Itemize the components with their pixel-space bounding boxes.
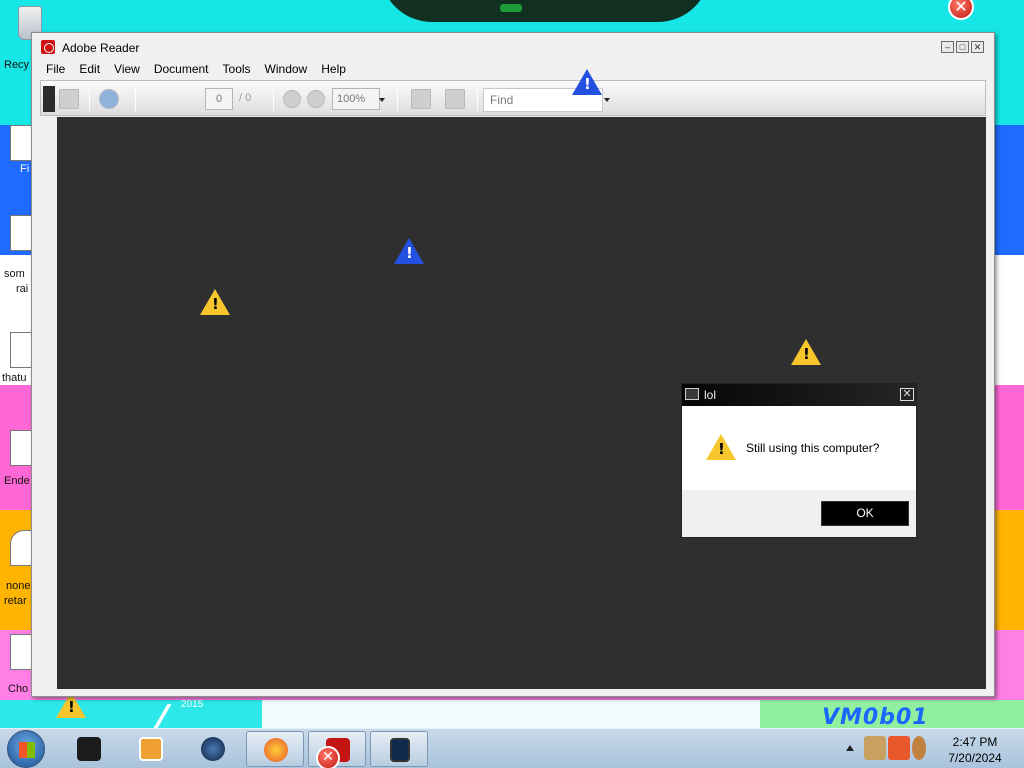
window-icon	[685, 388, 699, 400]
page-number-input[interactable]: 0	[205, 88, 233, 110]
minimize-button[interactable]: –	[941, 41, 954, 53]
maximize-button[interactable]: □	[956, 41, 969, 53]
firefox-icon	[264, 738, 288, 762]
menu-window[interactable]: Window	[265, 62, 308, 76]
desktop-icon-label: som	[4, 268, 25, 280]
taskbar-item-media-player[interactable]	[122, 731, 180, 767]
fit-width-icon[interactable]	[445, 89, 465, 109]
dialog-title-bar[interactable]: lol ✕	[682, 384, 916, 406]
globe-icon	[201, 737, 225, 761]
system-tray	[858, 732, 928, 766]
desktop-icon-label: Recy	[4, 59, 30, 71]
phone-icon	[390, 738, 410, 762]
desktop-icon-label: Cho	[8, 683, 29, 695]
chevron-down-icon[interactable]	[604, 98, 610, 102]
warning-icon	[200, 289, 230, 315]
warning-icon	[572, 69, 602, 95]
dialog-body: Still using this computer?	[682, 406, 916, 490]
terminal-icon	[77, 737, 101, 761]
toolbar-separator	[89, 87, 90, 111]
desktop-icon-label: retar	[4, 595, 27, 607]
tray-app-icon[interactable]	[912, 736, 926, 760]
message-dialog: lol ✕ Still using this computer? OK	[681, 383, 917, 538]
title-bar[interactable]: Adobe Reader – □ ✕	[32, 33, 994, 59]
taskbar-item-globe[interactable]	[184, 731, 242, 767]
zoom-in-icon[interactable]	[307, 90, 325, 108]
warning-icon	[706, 434, 736, 460]
menu-tools[interactable]: Tools	[223, 62, 251, 76]
ok-button[interactable]: OK	[821, 501, 909, 526]
close-button[interactable]: ✕	[971, 41, 984, 53]
print-icon[interactable]	[59, 89, 79, 109]
menu-view[interactable]: View	[114, 62, 140, 76]
desktop-icon-label: none	[6, 580, 31, 592]
toolbar-grip[interactable]	[43, 86, 55, 112]
dialog-title: lol	[704, 388, 717, 402]
window-controls: – □ ✕	[941, 41, 984, 53]
tray-app-icon[interactable]	[888, 736, 910, 760]
show-hidden-icons-arrow[interactable]	[846, 745, 854, 751]
taskbar-item-terminal[interactable]	[60, 731, 118, 767]
toolbar-separator	[397, 87, 398, 111]
toolbar: 0 / 0 100% Find	[40, 80, 986, 116]
dialog-message: Still using this computer?	[746, 441, 880, 455]
chevron-down-icon[interactable]	[379, 98, 385, 102]
vm-watermark: VM0b01	[822, 705, 929, 728]
start-button[interactable]	[7, 730, 45, 768]
clock-date: 7/20/2024	[948, 751, 1002, 765]
warning-icon	[394, 238, 424, 264]
desktop-icon-label: Fi	[20, 163, 30, 175]
adobe-reader-icon	[41, 40, 55, 54]
desktop-icon-label: rai	[16, 283, 29, 295]
menu-help[interactable]: Help	[321, 62, 346, 76]
taskbar-item-firefox[interactable]	[246, 731, 304, 767]
warning-icon	[791, 339, 821, 365]
menu-edit[interactable]: Edit	[79, 62, 100, 76]
error-icon: ✕	[316, 746, 340, 768]
clock-time: 2:47 PM	[952, 735, 998, 749]
window-title: Adobe Reader	[62, 41, 140, 55]
dialog-close-button[interactable]: ✕	[900, 388, 914, 401]
toolbar-separator	[135, 87, 136, 111]
taskbar-item-adobe-reader[interactable]: ✕	[308, 731, 366, 768]
desktop-icon-label: thatu	[2, 372, 27, 384]
fit-page-icon[interactable]	[411, 89, 431, 109]
clock[interactable]: 2:47 PM 7/20/2024	[940, 734, 1010, 766]
taskbar: ✕ 2:47 PM 7/20/2024	[0, 728, 1024, 768]
taskbar-item-phone[interactable]	[370, 731, 428, 767]
zoom-select[interactable]: 100%	[332, 88, 380, 110]
menu-document[interactable]: Document	[154, 62, 209, 76]
tray-app-icon[interactable]	[864, 736, 886, 760]
adobe-reader-window: Adobe Reader – □ ✕ File Edit View Docume…	[31, 32, 995, 697]
media-player-icon	[139, 737, 163, 761]
dialog-footer: OK	[682, 490, 916, 537]
email-share-icon[interactable]	[99, 89, 119, 109]
menu-bar: File Edit View Document Tools Window Hel…	[32, 59, 994, 79]
page-total: / 0	[239, 92, 252, 104]
desktop-icon-label: Ende	[4, 475, 30, 487]
glitch-strip	[262, 700, 762, 728]
menu-file[interactable]: File	[46, 62, 65, 76]
zoom-out-icon[interactable]	[283, 90, 301, 108]
toolbar-separator	[477, 87, 478, 111]
toolbar-separator	[273, 87, 274, 111]
top-dark-shape	[380, 0, 710, 22]
year-text: 2015	[181, 699, 204, 710]
